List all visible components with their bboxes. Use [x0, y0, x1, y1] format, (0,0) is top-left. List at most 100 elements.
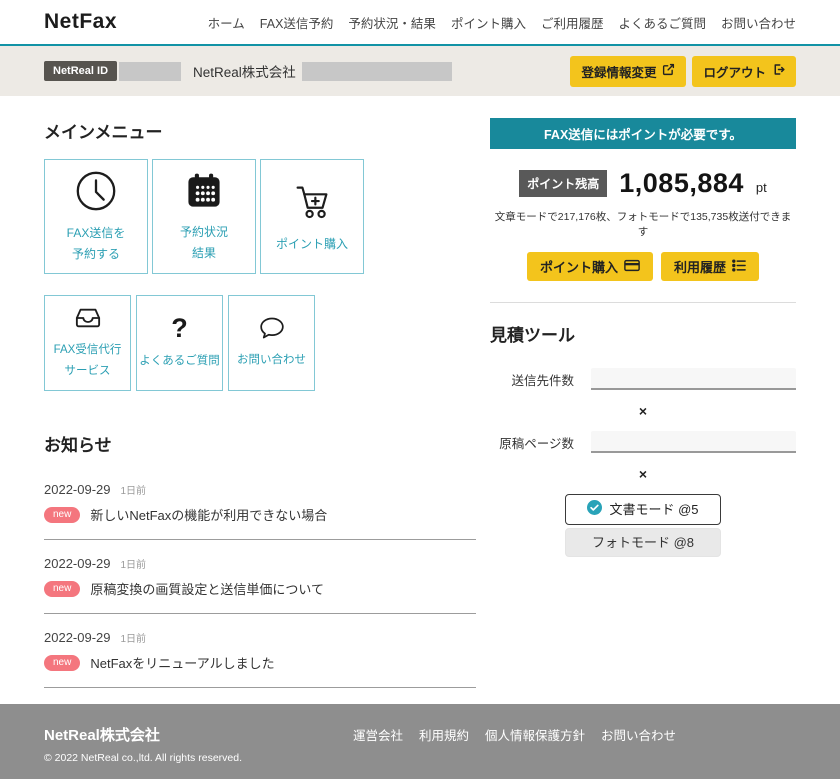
main-nav: ホーム FAX送信予約 予約状況・結果 ポイント購入 ご利用履歴 よくあるご質問…	[208, 13, 796, 32]
footer-links: 運営会社 利用規約 個人情報保護方針 お問い合わせ	[353, 725, 676, 744]
points-actions: ポイント購入 利用履歴	[490, 252, 796, 281]
tile-faq[interactable]: ? よくあるご質問	[136, 295, 223, 391]
tile-reservation-status[interactable]: 予約状況 結果	[152, 159, 256, 274]
user-id-redacted	[119, 62, 181, 81]
page-count-label: 原稿ページ数	[490, 433, 574, 452]
logout-label: ログアウト	[703, 62, 766, 81]
news-meta: 2022-09-29 1日前	[44, 482, 476, 497]
account-bar: NetReal ID NetReal株式会社 登録情報変更 ログアウト	[0, 46, 840, 96]
news-item-title: NetFaxをリニューアルしました	[90, 653, 274, 672]
new-badge: new	[44, 581, 80, 597]
footer-company-name: NetReal株式会社	[44, 724, 242, 745]
credit-card-icon	[624, 259, 640, 275]
multiply-symbol: ×	[490, 466, 796, 482]
news-divider	[44, 539, 476, 540]
tile-contact[interactable]: お問い合わせ	[228, 295, 315, 391]
footer-company-block: NetReal株式会社 © 2022 NetReal co.,ltd. All …	[44, 724, 242, 764]
news-divider	[44, 687, 476, 688]
left-column: メインメニュー FAX送信を 予約する	[44, 118, 476, 704]
footer-copyright: © 2022 NetReal co.,ltd. All rights reser…	[44, 752, 242, 764]
news-meta: 2022-09-29 1日前	[44, 556, 476, 571]
tile-fax-receive-service[interactable]: FAX受信代行 サービス	[44, 295, 131, 391]
news-divider	[44, 613, 476, 614]
page: NetFax ホーム FAX送信予約 予約状況・結果 ポイント購入 ご利用履歴 …	[0, 0, 840, 779]
question-icon: ?	[171, 315, 188, 342]
news-item-title: 原稿変換の画質設定と送信単価について	[90, 579, 324, 598]
news-list: 2022-09-291日前 new 新しいNetFaxの機能が利用できない場合 …	[44, 482, 476, 688]
usage-history-label: 利用履歴	[674, 257, 726, 276]
photo-mode-button[interactable]: フォトモード @8	[565, 528, 721, 558]
clock-icon	[73, 168, 119, 214]
new-badge: new	[44, 655, 80, 671]
news-relative-time: 1日前	[121, 560, 147, 571]
inbox-tray-icon	[73, 305, 103, 331]
estimate-tool-title: 見積ツール	[490, 321, 796, 346]
edit-icon	[662, 63, 675, 79]
nav-home[interactable]: ホーム	[208, 13, 245, 32]
tile-fax-send-reserve[interactable]: FAX送信を 予約する	[44, 159, 148, 274]
page-count-input[interactable]	[591, 431, 796, 453]
nav-contact[interactable]: お問い合わせ	[721, 13, 796, 32]
edit-registration-button[interactable]: 登録情報変更	[570, 56, 686, 87]
user-name-redacted	[302, 62, 452, 81]
logout-icon	[772, 63, 785, 79]
doc-mode-button[interactable]: 文書モード @5	[565, 494, 721, 525]
buy-points-label: ポイント購入	[540, 257, 618, 276]
balance-caption: 文章モードで217,176枚、フォトモードで135,735枚送付できます	[490, 209, 796, 239]
company-name: NetReal株式会社	[193, 61, 296, 81]
secondary-tiles: FAX受信代行 サービス ? よくあるご質問 お問い合わせ	[44, 295, 476, 391]
site-header: NetFax ホーム FAX送信予約 予約状況・結果 ポイント購入 ご利用履歴 …	[0, 0, 840, 46]
recipient-count-label: 送信先件数	[490, 370, 574, 389]
footer-link-contact[interactable]: お問い合わせ	[601, 725, 676, 744]
balance-row: ポイント残高 1,085,884 pt	[490, 168, 796, 199]
balance-unit: pt	[756, 180, 767, 199]
footer-link-operating-company[interactable]: 運営会社	[353, 725, 403, 744]
buy-points-button[interactable]: ポイント購入	[527, 252, 653, 281]
right-column: FAX送信にはポイントが必要です。 ポイント残高 1,085,884 pt 文章…	[490, 118, 796, 704]
news-item[interactable]: 2022-09-291日前 new 新しいNetFaxの機能が利用できない場合	[44, 482, 476, 524]
balance-badge: ポイント残高	[519, 170, 607, 197]
news-item[interactable]: 2022-09-29 1日前 new NetFaxをリニューアルしました	[44, 630, 476, 672]
nav-usage-history[interactable]: ご利用履歴	[541, 13, 604, 32]
news-date: 2022-09-29	[44, 556, 111, 571]
panel-divider	[490, 302, 796, 303]
footer-link-terms[interactable]: 利用規約	[419, 725, 469, 744]
list-icon	[732, 259, 746, 275]
calendar-icon	[182, 169, 226, 213]
new-badge: new	[44, 507, 80, 523]
news-relative-time: 1日前	[121, 486, 147, 497]
main-content: メインメニュー FAX送信を 予約する	[0, 96, 840, 704]
recipient-count-input[interactable]	[591, 368, 796, 390]
tile-point-purchase[interactable]: ポイント購入	[260, 159, 364, 274]
primary-tiles: FAX送信を 予約する	[44, 159, 476, 274]
logout-button[interactable]: ログアウト	[692, 56, 796, 87]
account-actions: 登録情報変更 ログアウト	[570, 56, 796, 87]
news-relative-time: 1日前	[121, 634, 147, 645]
page-count-row: 原稿ページ数	[490, 431, 796, 453]
nav-point-purchase[interactable]: ポイント購入	[451, 13, 526, 32]
photo-mode-label: フォトモード @8	[592, 535, 694, 551]
news-meta: 2022-09-29 1日前	[44, 630, 476, 645]
netreal-id-badge: NetReal ID	[44, 61, 117, 81]
cart-plus-icon	[289, 179, 335, 225]
news-title: お知らせ	[44, 431, 476, 456]
nav-reservation-status[interactable]: 予約状況・結果	[348, 13, 436, 32]
logo[interactable]: NetFax	[44, 10, 117, 34]
nav-faq[interactable]: よくあるご質問	[618, 13, 706, 32]
news-date: 2022-09-29	[44, 630, 111, 645]
news-item[interactable]: 2022-09-29 1日前 new 原稿変換の画質設定と送信単価について	[44, 556, 476, 598]
doc-mode-label: 文書モード @5	[609, 502, 698, 518]
chat-bubble-icon	[258, 315, 286, 341]
site-footer: NetReal株式会社 © 2022 NetReal co.,ltd. All …	[0, 704, 840, 779]
multiply-symbol: ×	[490, 403, 796, 419]
balance-value: 1,085,884	[619, 168, 744, 199]
edit-registration-label: 登録情報変更	[581, 62, 656, 81]
news-date: 2022-09-29	[44, 482, 111, 497]
points-banner: FAX送信にはポイントが必要です。	[490, 118, 796, 149]
nav-fax-send-reserve[interactable]: FAX送信予約	[260, 13, 334, 32]
usage-history-button[interactable]: 利用履歴	[661, 252, 759, 281]
footer-link-privacy-policy[interactable]: 個人情報保護方針	[485, 725, 585, 744]
recipient-count-row: 送信先件数	[490, 368, 796, 390]
check-circle-icon	[587, 500, 602, 519]
main-menu-title: メインメニュー	[44, 118, 476, 143]
